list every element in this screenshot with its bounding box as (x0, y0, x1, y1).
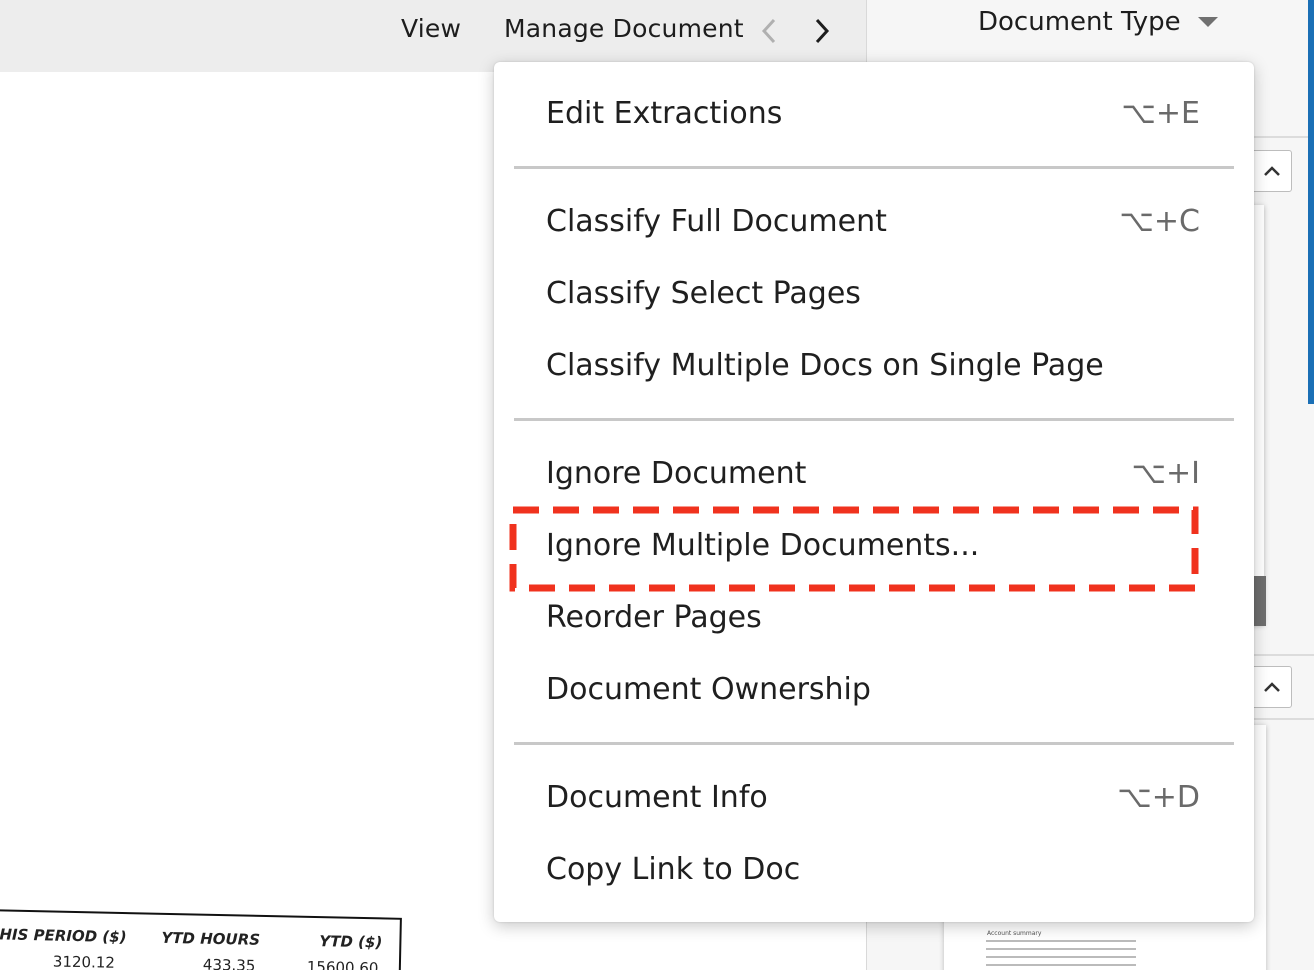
manage-document-dropdown: Edit Extractions ⌥+E Classify Full Docum… (494, 62, 1254, 922)
menu-item-classify-multiple-docs[interactable]: Classify Multiple Docs on Single Page (546, 348, 1104, 383)
menu-item-ignore-multiple-documents[interactable]: Ignore Multiple Documents... (546, 528, 979, 563)
chevron-up-icon (1264, 682, 1280, 692)
shortcut-label: ⌥+I (1131, 456, 1200, 491)
menu-divider (514, 166, 1234, 169)
shortcut-label: ⌥+C (1119, 204, 1200, 239)
thumbnail-line (986, 948, 1136, 950)
thumbnail-line (986, 964, 1136, 966)
chevron-right-icon[interactable] (808, 16, 836, 46)
document-type-dropdown[interactable]: Document Type (978, 7, 1181, 37)
menu-item-edit-extractions[interactable]: Edit Extractions (546, 96, 782, 131)
manage-document-menu[interactable]: Manage Document (504, 14, 744, 43)
collapse-button[interactable] (1250, 666, 1292, 708)
table-cell: 3120.12 (52, 952, 116, 970)
column-header: YTD ($) (319, 932, 383, 952)
paystub-table: HIS PERIOD ($) YTD HOURS YTD ($) 3120.12… (0, 909, 402, 970)
column-header: HIS PERIOD ($) (0, 925, 127, 947)
chevron-left-icon[interactable] (756, 16, 784, 46)
column-header: YTD HOURS (161, 928, 261, 949)
view-menu[interactable]: View (401, 14, 461, 43)
menu-item-reorder-pages[interactable]: Reorder Pages (546, 600, 762, 635)
shortcut-label: ⌥+D (1117, 780, 1200, 815)
caret-down-icon[interactable] (1198, 17, 1218, 27)
panel-scroll-indicator (1308, 0, 1314, 404)
menu-item-classify-select-pages[interactable]: Classify Select Pages (546, 276, 861, 311)
thumbnail-line (986, 956, 1136, 958)
thumbnail-line (986, 940, 1136, 942)
menu-divider (514, 742, 1234, 745)
menu-item-ignore-document[interactable]: Ignore Document (546, 456, 806, 491)
thumbnail-scrollbar[interactable] (1254, 576, 1266, 626)
menu-item-document-ownership[interactable]: Document Ownership (546, 672, 871, 707)
menu-item-copy-link-to-doc[interactable]: Copy Link to Doc (546, 852, 800, 887)
menu-item-document-info[interactable]: Document Info (546, 780, 768, 815)
menu-divider (514, 418, 1234, 421)
menu-item-classify-full-document[interactable]: Classify Full Document (546, 204, 887, 239)
chevron-up-icon (1264, 166, 1280, 176)
table-cell: 15600.60 (306, 957, 379, 970)
collapse-button[interactable] (1250, 150, 1292, 192)
thumbnail-title: Account summary (987, 930, 1042, 937)
shortcut-label: ⌥+E (1121, 96, 1200, 131)
table-cell: 433.35 (202, 955, 256, 970)
